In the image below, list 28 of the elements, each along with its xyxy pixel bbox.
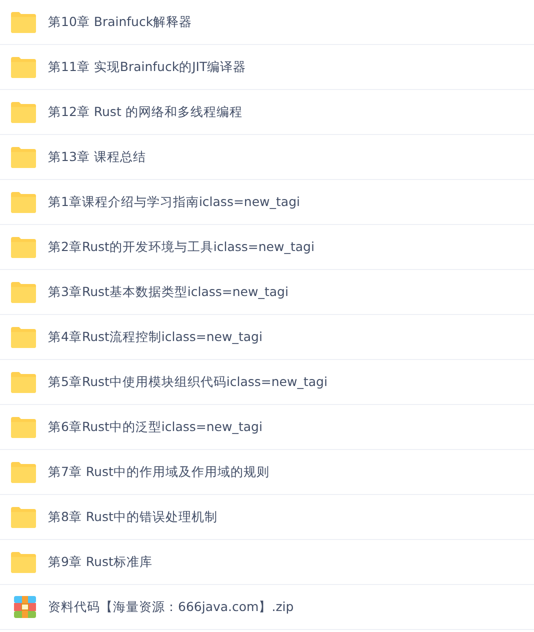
folder-icon [10,56,36,78]
file-name[interactable]: 第7章 Rust中的作用域及作用域的规则 [48,464,270,480]
folder-icon [10,146,36,168]
folder-icon [10,372,36,392]
folder-icon [10,462,36,482]
file-name[interactable]: 第13章 课程总结 [48,148,146,166]
file-name[interactable]: 第5章Rust中使用模块组织代码iclass=new_tagi [48,374,328,390]
file-name[interactable]: 第9章 Rust标准库 [48,554,152,570]
folder-icon [10,326,36,348]
file-name[interactable]: 第6章Rust中的泛型iclass=new_tagi [48,418,262,436]
file-name[interactable]: 第1章课程介绍与学习指南iclass=new_tagi [48,194,300,210]
folder-icon [10,236,36,258]
file-name[interactable]: 第4章Rust流程控制iclass=new_tagi [48,328,262,346]
folder-icon [10,192,36,212]
folder-icon [10,552,36,572]
file-name[interactable]: 第8章 Rust中的错误处理机制 [48,508,218,526]
file-name[interactable]: 第12章 Rust 的网络和多线程编程 [48,104,242,120]
folder-icon [10,416,36,438]
file-name[interactable]: 第10章 Brainfuck解释器 [48,14,192,30]
file-name[interactable]: 第11章 实现Brainfuck的JIT编译器 [48,58,246,76]
archive-icon [12,596,38,618]
file-name[interactable]: 第2章Rust的开发环境与工具iclass=new_tagi [48,238,314,256]
folder-icon [10,12,36,32]
folder-icon [10,102,36,122]
folder-icon [10,506,36,528]
file-name[interactable]: 第3章Rust基本数据类型iclass=new_tagi [48,284,288,300]
folder-icon [10,282,36,302]
file-name[interactable]: 资料代码【海量资源：666java.com】.zip [48,598,294,616]
